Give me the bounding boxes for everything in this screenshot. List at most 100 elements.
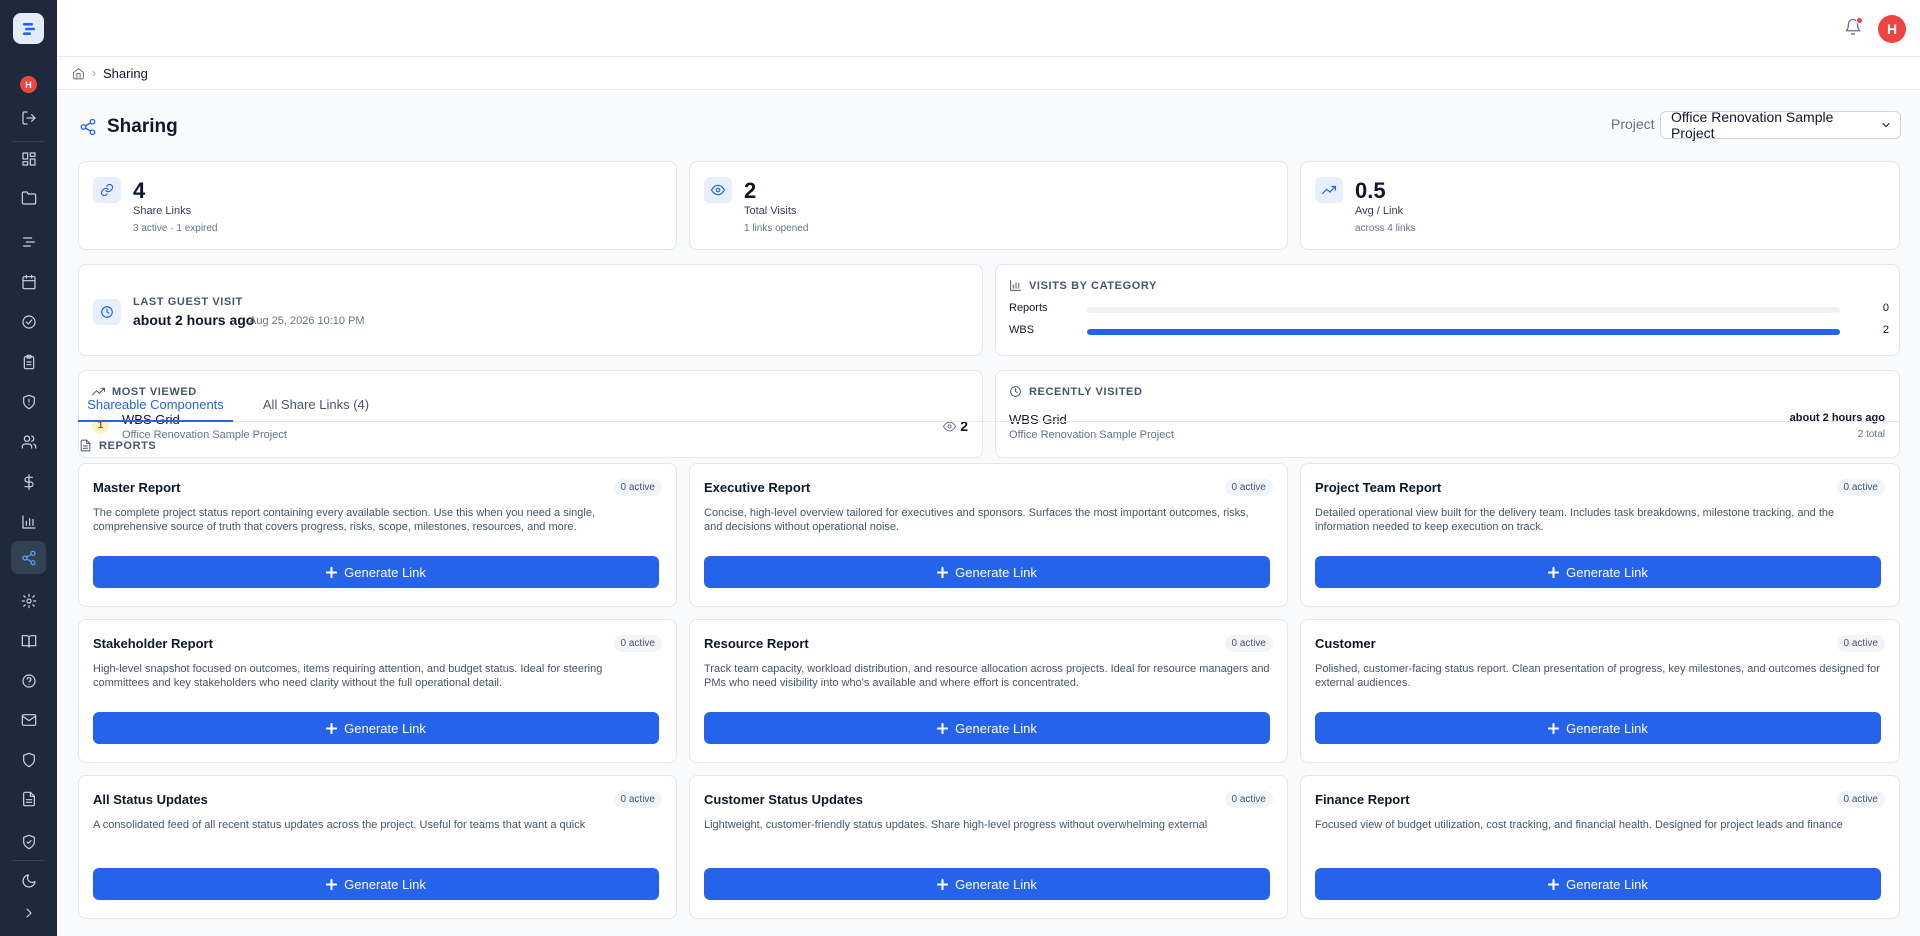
home-icon[interactable] xyxy=(72,67,85,80)
stat-sub: 3 active · 1 expired xyxy=(133,223,218,234)
generate-link-label: Generate Link xyxy=(344,565,426,580)
sidebar-divider xyxy=(12,860,45,861)
report-card: Customer Status Updates0 activeLightweig… xyxy=(689,775,1288,919)
last-guest-visit-card: LAST GUEST VISIT about 2 hours ago Aug 2… xyxy=(78,264,983,356)
generate-link-button[interactable]: Generate Link xyxy=(1315,868,1881,900)
generate-link-button[interactable]: Generate Link xyxy=(93,712,659,744)
report-title: Stakeholder Report xyxy=(93,636,213,651)
generate-link-button[interactable]: Generate Link xyxy=(704,868,1270,900)
stat-sub: 1 links opened xyxy=(744,223,809,234)
category-label: Reports xyxy=(1009,302,1048,314)
active-count-badge: 0 active xyxy=(1837,479,1885,496)
generate-link-button[interactable]: Generate Link xyxy=(704,556,1270,588)
active-count-badge: 0 active xyxy=(614,479,662,496)
help-circle-icon[interactable] xyxy=(16,668,41,693)
generate-link-label: Generate Link xyxy=(1566,877,1648,892)
generate-link-label: Generate Link xyxy=(955,565,1037,580)
plus-icon xyxy=(326,723,337,734)
logout-icon[interactable] xyxy=(16,105,41,130)
bar-chart-icon xyxy=(1009,279,1022,292)
project-select-value: Office Renovation Sample Project xyxy=(1671,109,1880,141)
chevron-down-icon xyxy=(1880,119,1892,131)
user-avatar[interactable]: H xyxy=(1878,15,1906,43)
stat-label: Share Links xyxy=(133,205,191,217)
mail-icon[interactable] xyxy=(16,707,41,732)
category-bar-fill xyxy=(1087,329,1840,335)
report-title: Customer xyxy=(1315,636,1376,651)
report-card: Stakeholder Report0 activeHigh-level sna… xyxy=(78,619,677,763)
report-card: Executive Report0 activeConcise, high-le… xyxy=(689,463,1288,607)
category-label: WBS xyxy=(1009,324,1034,336)
category-bar-track xyxy=(1087,307,1840,313)
plus-icon xyxy=(937,567,948,578)
project-label: Project xyxy=(1611,116,1655,132)
report-title: Executive Report xyxy=(704,480,810,495)
report-card: Finance Report0 activeFocused view of bu… xyxy=(1300,775,1900,919)
clipboard-icon[interactable] xyxy=(16,349,41,374)
gantt-logo-icon[interactable] xyxy=(13,13,44,44)
tab-all-share-links[interactable]: All Share Links (4) xyxy=(251,394,381,422)
report-title: Project Team Report xyxy=(1315,480,1441,495)
report-description: Focused view of budget utilization, cost… xyxy=(1315,818,1881,832)
stat-value: 0.5 xyxy=(1355,178,1386,204)
folder-icon[interactable] xyxy=(16,185,41,210)
stat-value: 4 xyxy=(133,178,145,204)
visits-by-category-title: VISITS BY CATEGORY xyxy=(1029,280,1157,292)
active-count-badge: 0 active xyxy=(1225,635,1273,652)
active-count-badge: 0 active xyxy=(1225,791,1273,808)
active-count-badge: 0 active xyxy=(1837,635,1885,652)
stat-card-share-links: 4 Share Links 3 active · 1 expired xyxy=(78,161,677,250)
clock-icon xyxy=(93,299,121,325)
check-circle-icon[interactable] xyxy=(16,309,41,334)
page-title: Sharing xyxy=(107,116,178,138)
tab-shareable-components[interactable]: Shareable Components xyxy=(78,394,233,422)
calendar-icon[interactable] xyxy=(16,269,41,294)
file-text-icon[interactable] xyxy=(16,786,41,811)
stat-card-total-visits: 2 Total Visits 1 links opened xyxy=(689,161,1288,250)
report-description: Track team capacity, workload distributi… xyxy=(704,662,1270,690)
report-title: Customer Status Updates xyxy=(704,792,863,807)
project-select[interactable]: Office Renovation Sample Project xyxy=(1660,111,1901,139)
settings-icon[interactable] xyxy=(16,588,41,613)
share-icon xyxy=(79,118,97,136)
recently-visited-total: 2 total xyxy=(1858,429,1885,440)
generate-link-button[interactable]: Generate Link xyxy=(1315,556,1881,588)
breadcrumb-separator: › xyxy=(92,66,96,80)
visits-by-category-header: VISITS BY CATEGORY xyxy=(1009,279,1157,292)
share-icon[interactable] xyxy=(11,541,46,574)
generate-link-button[interactable]: Generate Link xyxy=(93,868,659,900)
category-count: 0 xyxy=(1883,302,1889,314)
stat-label: Total Visits xyxy=(744,205,796,217)
shield-alert-icon[interactable] xyxy=(16,389,41,414)
sidebar-user-avatar[interactable]: H xyxy=(20,76,37,93)
notification-dot xyxy=(1856,17,1863,24)
dollar-icon[interactable] xyxy=(16,469,41,494)
stat-sub: across 4 links xyxy=(1355,223,1416,234)
moon-icon[interactable] xyxy=(16,868,41,893)
link-icon xyxy=(93,177,121,203)
generate-link-label: Generate Link xyxy=(1566,721,1648,736)
trending-up-icon xyxy=(1315,177,1343,203)
chevron-right-icon[interactable] xyxy=(16,900,41,925)
active-count-badge: 0 active xyxy=(1837,791,1885,808)
report-card: Master Report0 activeThe complete projec… xyxy=(78,463,677,607)
generate-link-label: Generate Link xyxy=(955,877,1037,892)
bar-chart-icon[interactable] xyxy=(16,509,41,534)
book-icon[interactable] xyxy=(16,628,41,653)
shield-check-icon[interactable] xyxy=(16,829,41,854)
breadcrumb-current: Sharing xyxy=(103,66,148,81)
category-row: WBS 2 xyxy=(1009,324,1889,338)
category-bar-track xyxy=(1087,329,1840,335)
users-icon[interactable] xyxy=(16,429,41,454)
generate-link-button[interactable]: Generate Link xyxy=(93,556,659,588)
last-guest-visit-relative: about 2 hours ago xyxy=(133,312,254,328)
generate-link-button[interactable]: Generate Link xyxy=(1315,712,1881,744)
shield-icon[interactable] xyxy=(16,747,41,772)
dashboard-icon[interactable] xyxy=(16,146,41,171)
generate-link-button[interactable]: Generate Link xyxy=(704,712,1270,744)
active-count-badge: 0 active xyxy=(614,791,662,808)
stat-value: 2 xyxy=(744,178,756,204)
gantt-list-icon[interactable] xyxy=(16,229,41,254)
report-title: Resource Report xyxy=(704,636,809,651)
page-header: Sharing xyxy=(79,116,178,138)
